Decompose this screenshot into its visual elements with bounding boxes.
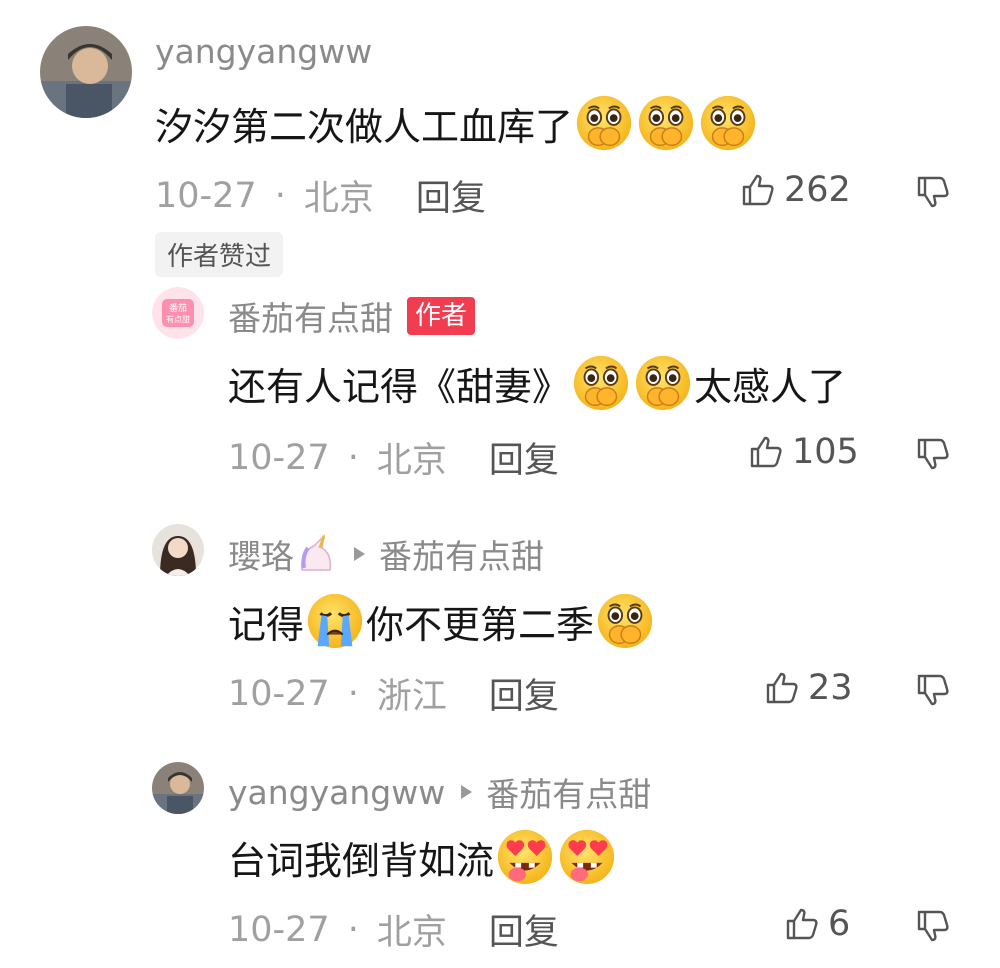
separator-dot: · [347,437,359,478]
thumbs-up-icon [742,174,774,206]
comment-text: 汐汐第二次做人工血库了 [155,92,759,154]
comment-date: 10-27 [155,175,257,216]
comment-text: 记得 你不更第二季 [228,590,656,652]
reply-button[interactable]: 回复 [489,904,559,955]
comment-date: 10-27 [228,673,330,714]
crying-face-icon [306,592,364,650]
reply-to-username[interactable]: 番茄有点甜 [379,530,544,578]
comment-text-content: 太感人了 [694,364,847,409]
thumbs-up-icon [750,436,782,468]
reply-to-username[interactable]: 番茄有点甜 [486,768,651,816]
cover-mouth-face-icon [637,94,695,152]
cover-mouth-face-icon [699,94,757,152]
username-text[interactable]: 番茄有点甜 [228,292,393,340]
svg-text:有点甜: 有点甜 [166,314,190,324]
thumbs-up-icon [766,672,798,704]
thumbs-down-icon[interactable] [915,174,951,210]
username: 番茄有点甜 作者 [228,292,476,340]
comment-date: 10-27 [228,909,330,950]
author-liked-tag: 作者赞过 [155,232,284,277]
comment-meta: 10-27 · 北京 回复 [155,170,486,221]
like-count: 262 [784,170,851,210]
comment-text-content: 你不更第二季 [366,602,595,647]
avatar[interactable]: 番茄 有点甜 [152,287,204,339]
like-count: 105 [792,432,859,472]
cover-mouth-face-icon [575,94,633,152]
thumbs-down-icon[interactable] [915,436,951,472]
like-button[interactable]: 262 [740,170,851,210]
thumbs-down-icon[interactable] [915,908,951,944]
author-badge: 作者 [407,297,476,335]
separator-dot: · [347,673,359,714]
avatar[interactable] [152,762,204,814]
avatar[interactable] [40,26,132,118]
separator-dot: · [347,909,359,950]
heart-eyes-tongue-face-icon [559,829,615,885]
reply-button[interactable]: 回复 [489,432,559,483]
comment-location: 浙江 [376,677,447,717]
thumbs-up-icon [786,908,818,940]
reply-button[interactable]: 回复 [416,170,486,221]
comment-text: 台词我倒背如流 [228,826,618,888]
cover-mouth-face-icon [572,354,630,412]
avatar[interactable] [152,524,204,576]
username: 瓔珞 番茄有点甜 [228,530,544,578]
thumbs-down-icon[interactable] [915,672,951,708]
comment-text-content: 还有人记得《甜妻》 [228,364,571,409]
comment-location: 北京 [376,913,447,953]
unicorn-icon [301,534,332,571]
comment-location: 北京 [376,441,447,481]
reply-to-arrow-icon [461,785,473,799]
comment-date: 10-27 [228,437,330,478]
like-count: 23 [808,668,853,708]
like-button[interactable]: 23 [764,668,853,708]
comment-meta: 10-27 · 北京 回复 [228,904,559,955]
comment-meta: 10-27 · 浙江 回复 [228,668,559,719]
comment-meta: 10-27 · 北京 回复 [228,432,559,483]
like-count: 6 [828,904,851,944]
cover-mouth-face-icon [634,354,692,412]
reply-to-arrow-icon [354,547,365,561]
reply-button[interactable]: 回复 [489,668,559,719]
heart-eyes-tongue-face-icon [497,829,553,885]
comment-location: 北京 [303,179,374,219]
like-button[interactable]: 105 [748,432,859,472]
username-text[interactable]: 瓔珞 [228,530,294,578]
like-button[interactable]: 6 [784,904,850,944]
svg-text:番茄: 番茄 [169,302,187,314]
username: yangyangww 番茄有点甜 [228,768,651,816]
comment-text-content: 台词我倒背如流 [228,838,495,883]
comment-text-content: 记得 [228,602,305,647]
username[interactable]: yangyangww [155,32,372,71]
comment-text: 还有人记得《甜妻》 太感人了 [228,352,846,414]
comment-text-content: 汐汐第二次做人工血库了 [155,104,574,149]
separator-dot: · [274,175,286,216]
username-text[interactable]: yangyangww [228,773,445,812]
cover-mouth-face-icon [596,592,654,650]
